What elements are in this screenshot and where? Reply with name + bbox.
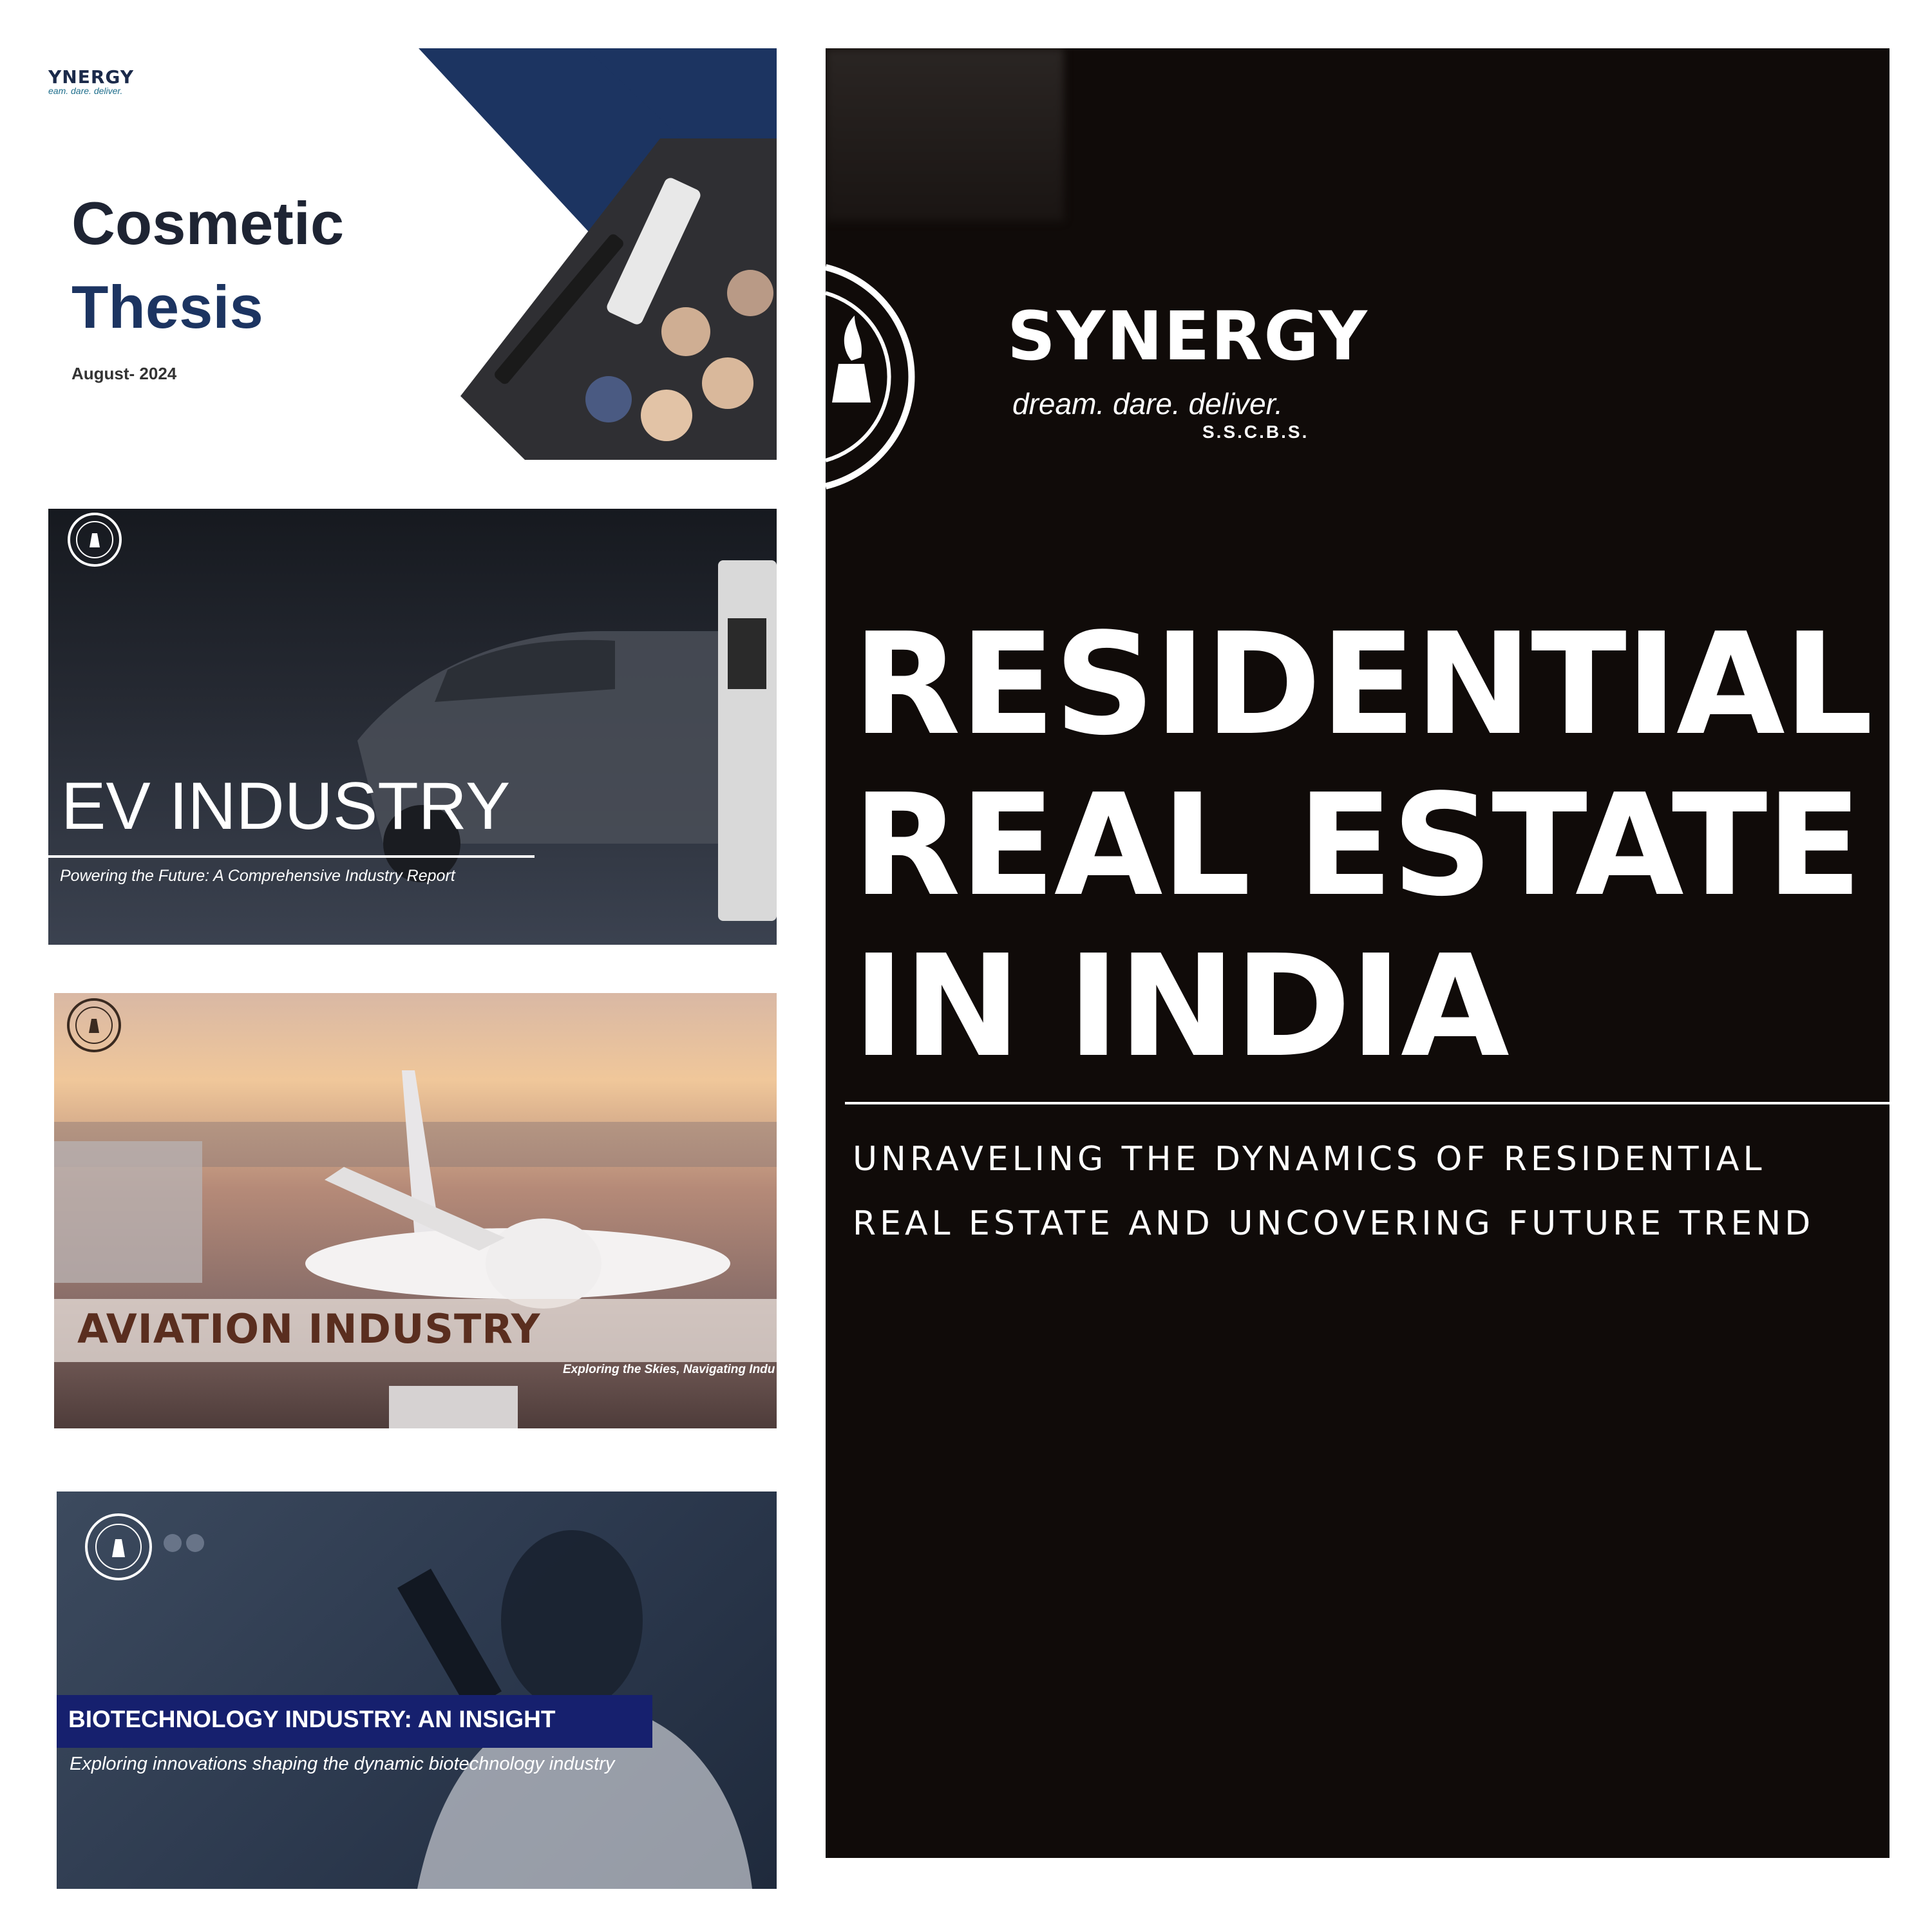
university-emblem-icon xyxy=(68,513,122,567)
university-emblem-icon xyxy=(67,998,121,1052)
aviation-title: AVIATION INDUSTRY xyxy=(77,1305,541,1352)
institution-abbreviation: S.S.C.B.S. xyxy=(1202,422,1309,442)
cosmetic-thesis-cover: YNERGY eam. dare. deliver. Cosmetic Thes… xyxy=(48,48,777,460)
synergy-logo: YNERGY xyxy=(48,66,135,88)
synergy-tagline: dream. dare. deliver. xyxy=(1012,387,1283,421)
real-estate-title-line3: IN INDIA xyxy=(853,925,1510,1088)
cosmetic-title-line2: Thesis xyxy=(71,273,263,341)
real-estate-divider xyxy=(845,1102,1889,1104)
real-estate-title-line1: RESIDENTIAL xyxy=(853,603,1873,766)
ev-title-underline xyxy=(48,855,535,858)
biotech-industry-cover: BIOTECHNOLOGY INDUSTRY: AN INSIGHT Explo… xyxy=(57,1492,777,1889)
real-estate-subtitle-line2: REAL ESTATE AND UNCOVERING FUTURE TREND xyxy=(853,1204,1815,1243)
cosmetic-date: August- 2024 xyxy=(71,364,177,383)
logo-tagline: eam. dare. deliver. xyxy=(48,86,123,96)
cosmetic-title-line1: Cosmetic xyxy=(71,189,345,257)
ev-title: EV INDUSTRY xyxy=(61,769,511,844)
biotech-lab-graphic xyxy=(164,1530,752,1889)
biotech-subtitle: Exploring innovations shaping the dynami… xyxy=(70,1754,615,1774)
aviation-industry-cover: AVIATION INDUSTRY Exploring the Skies, N… xyxy=(54,993,777,1428)
aviation-subtitle: Exploring the Skies, Navigating Indu xyxy=(563,1363,775,1376)
university-emblem-icon xyxy=(85,1513,152,1580)
biotech-title: BIOTECHNOLOGY INDUSTRY: AN INSIGHT xyxy=(68,1706,556,1732)
ev-subtitle: Powering the Future: A Comprehensive Ind… xyxy=(60,867,455,885)
real-estate-cover: SYNERGY dream. dare. deliver. S.S.C.B.S.… xyxy=(826,48,1889,1858)
university-emblem-icon xyxy=(826,264,915,489)
synergy-brand: SYNERGY xyxy=(1007,297,1368,375)
real-estate-subtitle-line1: UNRAVELING THE DYNAMICS OF RESIDENTIAL xyxy=(853,1140,1766,1179)
blurred-logo-area xyxy=(826,48,1064,221)
real-estate-title-line2: REAL ESTATE xyxy=(853,764,1862,927)
ev-industry-cover: EV INDUSTRY Powering the Future: A Compr… xyxy=(48,509,777,945)
